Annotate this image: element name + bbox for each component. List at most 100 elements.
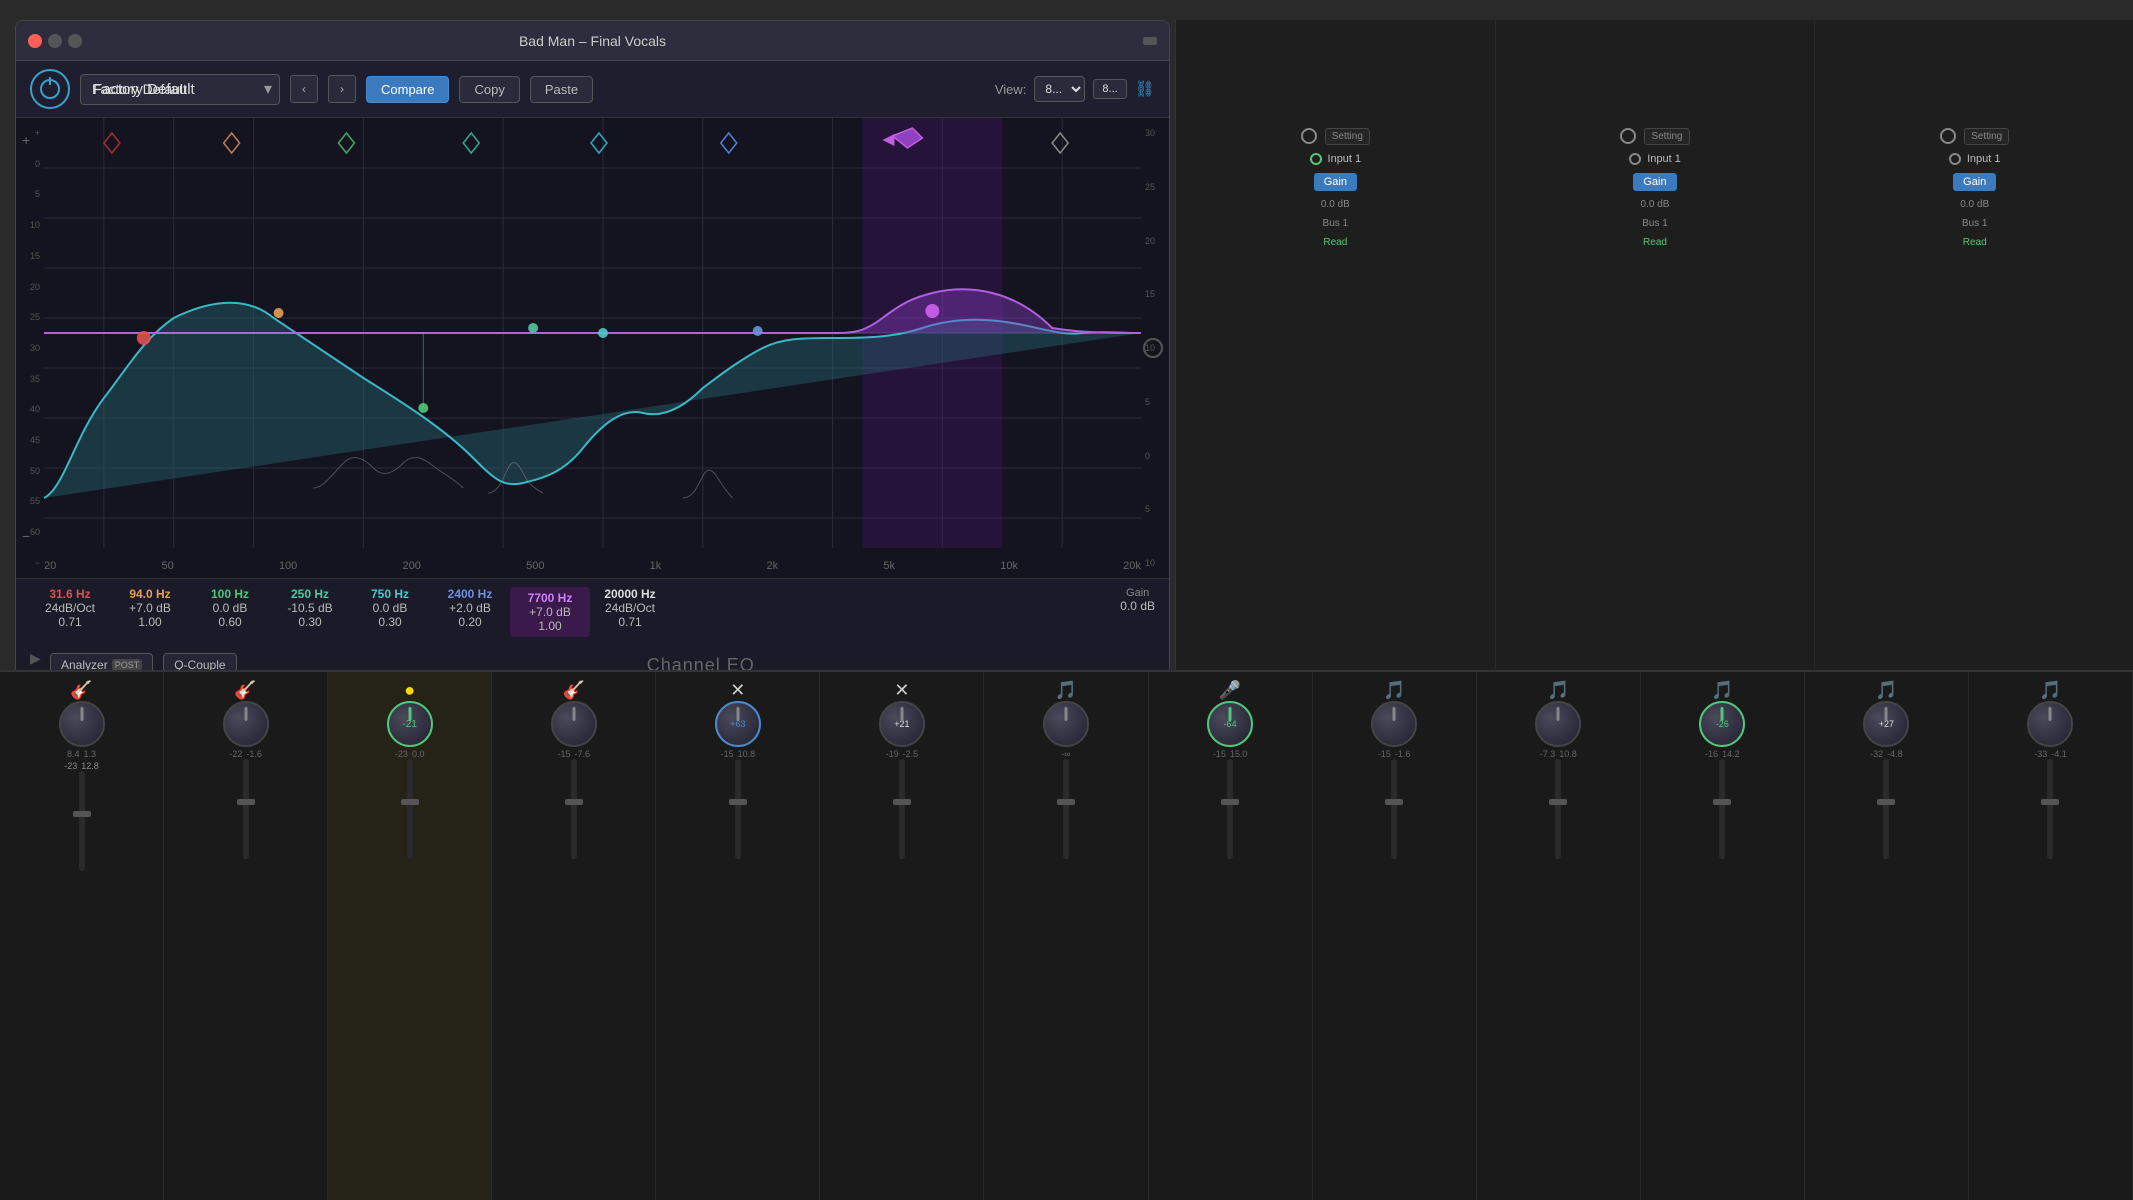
- ch6-fader[interactable]: [899, 759, 905, 859]
- band-7-info[interactable]: 7700 Hz +7.0 dB 1.00: [510, 587, 590, 637]
- maximize-button[interactable]: [68, 34, 82, 48]
- channel-strips-top: Setting Input 1 Gain 0.0 dB Bus 1 Read S…: [1175, 20, 2133, 680]
- ch12-knob[interactable]: +27: [1863, 701, 1909, 747]
- ch3-knob[interactable]: -21: [387, 701, 433, 747]
- ch2-gain-button[interactable]: Gain: [1633, 173, 1676, 191]
- paste-button[interactable]: Paste: [530, 76, 593, 103]
- play-button[interactable]: ▶: [30, 650, 41, 667]
- ch3-input-light[interactable]: [1949, 153, 1961, 165]
- preset-dropdown[interactable]: Factory Default: [80, 74, 280, 105]
- band-4-info[interactable]: 250 Hz -10.5 dB 0.30: [270, 587, 350, 629]
- ch11-icon: 🎵: [1711, 680, 1733, 701]
- ch11-knob[interactable]: -26: [1699, 701, 1745, 747]
- ch8-value: -64: [1224, 719, 1237, 729]
- ch1-input-light[interactable]: [1310, 153, 1322, 165]
- ch2-fader[interactable]: [243, 759, 249, 859]
- ch8-fader[interactable]: [1227, 759, 1233, 859]
- ch3-read-label[interactable]: Read: [1963, 237, 1987, 248]
- ch10-val-r: 10.8: [1559, 749, 1577, 759]
- band-1-q: 0.71: [30, 615, 110, 629]
- link-button[interactable]: ⛓: [1135, 79, 1155, 99]
- right-panel: Setting Input 1 Gain 0.0 dB Bus 1 Read S…: [1175, 20, 2133, 680]
- ch3-input-label: Input 1: [1967, 153, 2001, 165]
- copy-button[interactable]: Copy: [459, 76, 519, 103]
- ch5-val-l: -15: [721, 749, 734, 759]
- ch1-fader[interactable]: [79, 771, 85, 871]
- ch10-fader[interactable]: [1555, 759, 1561, 859]
- ch5-knob[interactable]: +63: [715, 701, 761, 747]
- ch2-toggle[interactable]: [1620, 128, 1636, 144]
- band-3-info[interactable]: 100 Hz 0.0 dB 0.60: [190, 587, 270, 629]
- ch10-fader-thumb: [1549, 799, 1567, 805]
- window-collapse[interactable]: [1143, 37, 1157, 45]
- ch9-icon: 🎵: [1383, 680, 1405, 701]
- ch2-read-label[interactable]: Read: [1643, 237, 1667, 248]
- ch1-icon: 🎸: [70, 680, 92, 701]
- ch12-fader[interactable]: [1883, 759, 1889, 859]
- ch4-knob[interactable]: [551, 701, 597, 747]
- power-button[interactable]: [30, 69, 70, 109]
- band-5-gain: 0.0 dB: [350, 601, 430, 615]
- mixer-channel-7: 🎵 -∞: [984, 672, 1148, 1200]
- ch11-fader[interactable]: [1719, 759, 1725, 859]
- ch2-knob[interactable]: [223, 701, 269, 747]
- band-5-info[interactable]: 750 Hz 0.0 dB 0.30: [350, 587, 430, 629]
- ch8-val-l: -15: [1213, 749, 1226, 759]
- ch5-fader[interactable]: [735, 759, 741, 859]
- eq-display: [44, 118, 1141, 548]
- ch5-value: +63: [730, 719, 745, 729]
- ch2-input-light[interactable]: [1629, 153, 1641, 165]
- ch7-val-l: -∞: [1061, 749, 1070, 759]
- ch8-knob[interactable]: -64: [1207, 701, 1253, 747]
- ch12-fader-vals: -32 -4.8: [1870, 749, 1903, 759]
- close-button[interactable]: [28, 34, 42, 48]
- ch3-gain-button[interactable]: Gain: [1953, 173, 1996, 191]
- ch2-controls: Setting: [1620, 128, 1689, 145]
- ch3-val-l: -23: [395, 749, 408, 759]
- ch6-knob[interactable]: +21: [879, 701, 925, 747]
- band-8-q: 0.71: [590, 615, 670, 629]
- ch4-fader[interactable]: [571, 759, 577, 859]
- view-select[interactable]: 8...: [1034, 76, 1085, 102]
- ch3-val-r: 0.0: [412, 749, 425, 759]
- mixer-channel-3: ● -21 -23 0.0: [328, 672, 492, 1200]
- ch13-fader[interactable]: [2047, 759, 2053, 859]
- minimize-button[interactable]: [48, 34, 62, 48]
- ch7-fader[interactable]: [1063, 759, 1069, 859]
- band-1-info[interactable]: 31.6 Hz 24dB/Oct 0.71: [30, 587, 110, 629]
- ch3-fader[interactable]: [407, 759, 413, 859]
- ch13-val-r: -4.1: [2051, 749, 2067, 759]
- ch9-fader-thumb: [1385, 799, 1403, 805]
- ch3-toggle[interactable]: [1940, 128, 1956, 144]
- view-value-display: 8...: [1093, 79, 1126, 99]
- gain-label: Gain: [1120, 587, 1155, 599]
- compare-button[interactable]: Compare: [366, 76, 449, 103]
- ch12-icon: 🎵: [1875, 680, 1897, 701]
- band-6-info[interactable]: 2400 Hz +2.0 dB 0.20: [430, 587, 510, 629]
- ch9-knob[interactable]: [1371, 701, 1417, 747]
- band-3-freq: 100 Hz: [190, 587, 270, 601]
- next-preset-button[interactable]: ›: [328, 75, 356, 103]
- ch6-val-l: -19: [886, 749, 899, 759]
- band-8-info[interactable]: 20000 Hz 24dB/Oct 0.71: [590, 587, 670, 629]
- ch1-toggle[interactable]: [1301, 128, 1317, 144]
- eq-area: + − + 0 5 10 15 20 25 30 35 40 45 50 55 …: [16, 118, 1169, 578]
- ch7-fader-vals: -∞: [1061, 749, 1070, 759]
- ch2-gain-val: 0.0 dB: [1641, 199, 1670, 210]
- ch10-fader-vals: -7.3 10.8: [1540, 749, 1577, 759]
- ch1-gain-button[interactable]: Gain: [1314, 173, 1357, 191]
- ch2-setting-button[interactable]: Setting: [1644, 128, 1689, 145]
- band-2-info[interactable]: 94.0 Hz +7.0 dB 1.00: [110, 587, 190, 629]
- ch1-fader-vals: 8.4 1.3: [67, 749, 96, 759]
- ch6-fader-vals: -19 -2.5: [886, 749, 919, 759]
- ch1-read-label[interactable]: Read: [1323, 237, 1347, 248]
- ch13-knob[interactable]: [2027, 701, 2073, 747]
- ch7-knob[interactable]: [1043, 701, 1089, 747]
- ch1-knob[interactable]: [59, 701, 105, 747]
- ch10-knob[interactable]: [1535, 701, 1581, 747]
- ch9-fader[interactable]: [1391, 759, 1397, 859]
- band-1-freq: 31.6 Hz: [30, 587, 110, 601]
- ch1-setting-button[interactable]: Setting: [1325, 128, 1370, 145]
- ch3-setting-button[interactable]: Setting: [1964, 128, 2009, 145]
- prev-preset-button[interactable]: ‹: [290, 75, 318, 103]
